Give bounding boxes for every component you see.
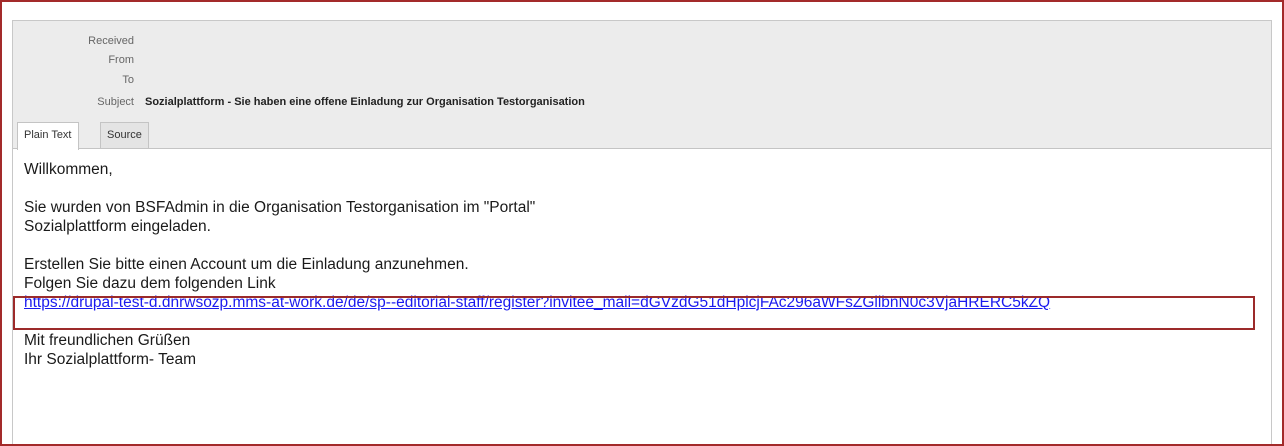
from-row: From — [13, 51, 1271, 69]
closing-line-2: Ihr Sozialplattform- Team — [24, 351, 196, 368]
body-link-row: https://drupal-test-d.dnrwsozp.mms-at-wo… — [24, 293, 1264, 312]
tab-plain-text[interactable]: Plain Text — [17, 122, 79, 150]
from-label: From — [108, 54, 134, 66]
tab-divider — [13, 148, 1271, 149]
body-line-1: Sie wurden von BSFAdmin in die Organisat… — [24, 199, 536, 216]
received-row: Received — [13, 32, 1271, 50]
subject-value: Sozialplattform - Sie haben eine offene … — [145, 96, 585, 108]
body-line-3: Erstellen Sie bitte einen Account um die… — [24, 256, 469, 273]
subject-row: Subject Sozialplattform - Sie haben eine… — [13, 93, 1271, 111]
tab-source[interactable]: Source — [100, 122, 149, 148]
message-body: Willkommen, Sie wurden von BSFAdmin in d… — [24, 160, 1264, 369]
message-header: Received From To Subject Sozialplattform… — [13, 21, 1271, 149]
closing-line-1: Mit freundlichen Grüßen — [24, 332, 191, 349]
register-link[interactable]: https://drupal-test-d.dnrwsozp.mms-at-wo… — [24, 294, 1050, 311]
to-label: To — [122, 74, 134, 86]
to-row: To — [13, 71, 1271, 89]
subject-label: Subject — [97, 96, 134, 108]
body-line-4: Folgen Sie dazu dem folgenden Link — [24, 275, 276, 292]
greeting-text: Willkommen, — [24, 161, 113, 178]
received-label: Received — [88, 35, 134, 47]
body-line-2: Sozialplattform eingeladen. — [24, 218, 211, 235]
